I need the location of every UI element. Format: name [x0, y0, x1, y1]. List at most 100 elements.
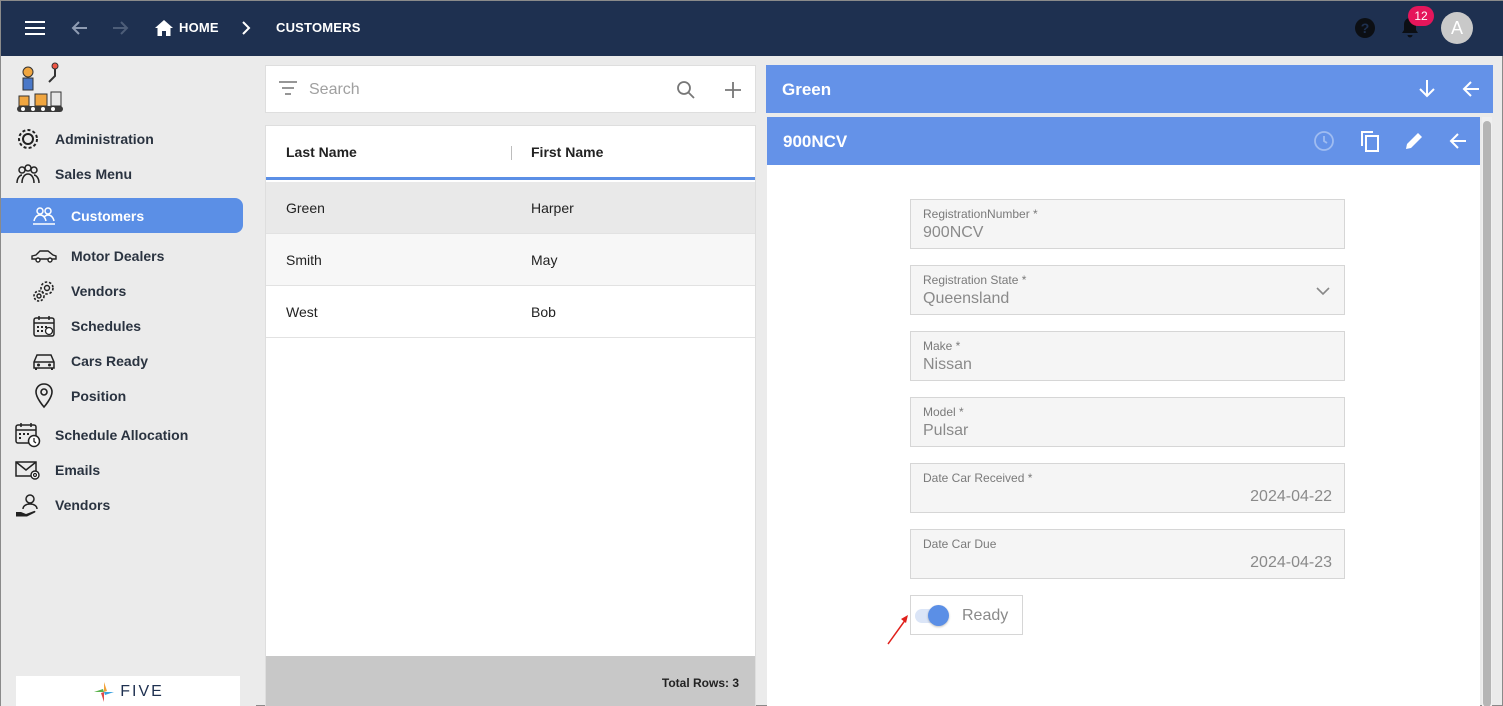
avatar[interactable]: A	[1441, 12, 1473, 44]
cell-first-name: May	[531, 252, 558, 268]
car-side-icon	[31, 243, 57, 269]
sidebar-item-customers[interactable]: Customers	[1, 198, 243, 233]
sidebar-item-label: Administration	[55, 130, 154, 147]
location-pin-icon	[31, 382, 57, 409]
sidebar-item-label: Customers	[71, 207, 145, 224]
registration-state-select[interactable]: Registration State * Queensland	[910, 265, 1345, 315]
field-value: 2024-04-23	[1250, 554, 1332, 571]
breadcrumb-customers[interactable]: CUSTOMERS	[276, 20, 361, 35]
email-icon	[15, 457, 41, 483]
ready-toggle[interactable]: Ready	[910, 595, 1023, 635]
brand-name: FIVE	[120, 682, 164, 700]
table-row[interactable]: Smith May	[266, 234, 755, 286]
toggle-label: Ready	[962, 607, 1009, 624]
five-brand-logo: FIVE	[16, 676, 240, 706]
close-back-arrow-icon[interactable]	[1444, 127, 1472, 155]
sidebar: Administration Sales Menu Customers Moto…	[1, 56, 256, 706]
sidebar-item-cars-ready[interactable]: Cars Ready	[31, 343, 148, 378]
list-footer: Total Rows: 3	[266, 656, 755, 706]
car-front-icon	[31, 348, 57, 374]
customers-icon	[31, 203, 57, 229]
field-label: Date Car Received *	[923, 471, 1033, 485]
sidebar-item-sales-menu[interactable]: Sales Menu	[15, 156, 132, 191]
scrollbar-thumb[interactable]	[1483, 121, 1491, 706]
people-icon	[15, 161, 41, 187]
field-label: RegistrationNumber *	[923, 207, 1038, 221]
field-value: 2024-04-22	[1250, 488, 1332, 505]
notification-badge[interactable]: 12	[1408, 6, 1434, 26]
table-row[interactable]: Green Harper	[266, 182, 755, 234]
cell-last-name: West	[286, 304, 318, 320]
vehicle-header: 900NCV	[767, 117, 1480, 165]
calendar-clock-icon	[15, 422, 41, 448]
search-input[interactable]	[309, 78, 669, 102]
sidebar-item-label: Cars Ready	[71, 352, 149, 369]
field-value: Pulsar	[923, 422, 969, 439]
field-value: Queensland	[923, 290, 1010, 307]
top-bar: HOME CUSTOMERS ? 12 A	[1, 1, 1503, 56]
home-icon[interactable]	[151, 15, 177, 41]
gear-icon	[15, 126, 41, 152]
sidebar-item-label: Motor Dealers	[71, 247, 165, 264]
field-value: Nissan	[923, 356, 972, 373]
field-label: Model *	[923, 405, 964, 419]
search-bar	[265, 65, 756, 113]
make-field[interactable]: Make * Nissan	[910, 331, 1345, 381]
arrow-down-icon[interactable]	[1413, 75, 1441, 103]
sidebar-item-label: Sales Menu	[55, 165, 133, 182]
breadcrumb-home[interactable]: HOME	[179, 20, 219, 35]
total-rows: Total Rows: 3	[661, 676, 739, 690]
sidebar-item-emails[interactable]: Emails	[15, 452, 100, 487]
field-value: 900NCV	[923, 224, 984, 241]
column-header-last-name[interactable]: Last Name	[286, 144, 357, 160]
app-logo-icon	[15, 62, 65, 114]
date-car-received-field[interactable]: Date Car Received * 2024-04-22	[910, 463, 1345, 513]
sidebar-item-administration[interactable]: Administration	[15, 121, 154, 156]
cell-last-name: Smith	[286, 252, 322, 268]
edit-pencil-icon[interactable]	[1400, 127, 1428, 155]
help-icon[interactable]: ?	[1352, 15, 1378, 41]
customer-list: Last Name First Name Green Harper Smith …	[265, 125, 756, 706]
add-icon[interactable]	[724, 81, 742, 104]
back-arrow-icon[interactable]	[1457, 75, 1485, 103]
registration-number-field[interactable]: RegistrationNumber * 900NCV	[910, 199, 1345, 249]
back-arrow-icon[interactable]	[67, 15, 93, 41]
vehicle-title: 900NCV	[783, 132, 848, 151]
sidebar-item-schedule-allocation[interactable]: Schedule Allocation	[15, 417, 188, 452]
column-header-first-name[interactable]: First Name	[531, 144, 603, 160]
customer-header: Green	[766, 65, 1493, 113]
copy-icon[interactable]	[1356, 127, 1384, 155]
annotation-arrow-icon	[884, 611, 914, 647]
model-field[interactable]: Model * Pulsar	[910, 397, 1345, 447]
forward-arrow-icon[interactable]	[107, 15, 133, 41]
sidebar-item-label: Schedules	[71, 317, 142, 334]
list-header: Last Name First Name	[266, 126, 755, 180]
sidebar-item-position[interactable]: Position	[31, 378, 126, 413]
date-car-due-field[interactable]: Date Car Due 2024-04-23	[910, 529, 1345, 579]
table-row[interactable]: West Bob	[266, 286, 755, 338]
gears-icon	[31, 278, 57, 304]
filter-icon[interactable]	[279, 81, 297, 100]
sidebar-item-schedules[interactable]: Schedules	[31, 308, 141, 343]
field-label: Registration State *	[923, 273, 1027, 287]
chevron-right-icon	[233, 15, 259, 41]
sidebar-item-label: Vendors	[71, 282, 127, 299]
chevron-down-icon[interactable]	[1314, 282, 1332, 300]
cell-last-name: Green	[286, 200, 325, 216]
column-divider[interactable]	[511, 146, 512, 160]
customer-title: Green	[782, 80, 832, 99]
field-label: Date Car Due	[923, 537, 997, 551]
menu-icon[interactable]	[23, 15, 49, 41]
search-icon[interactable]	[676, 80, 696, 105]
cell-first-name: Bob	[531, 304, 556, 320]
five-logo-icon	[94, 681, 115, 702]
history-clock-icon[interactable]	[1310, 127, 1338, 155]
sidebar-item-vendors-2[interactable]: Vendors	[15, 487, 110, 522]
sidebar-item-label: Vendors	[55, 496, 111, 513]
calendar-icon	[31, 313, 57, 339]
toggle-knob[interactable]	[928, 605, 949, 626]
sidebar-item-label: Position	[71, 387, 127, 404]
sidebar-item-vendors[interactable]: Vendors	[31, 273, 126, 308]
sidebar-item-motor-dealers[interactable]: Motor Dealers	[31, 238, 164, 273]
sidebar-item-label: Schedule Allocation	[55, 426, 189, 443]
